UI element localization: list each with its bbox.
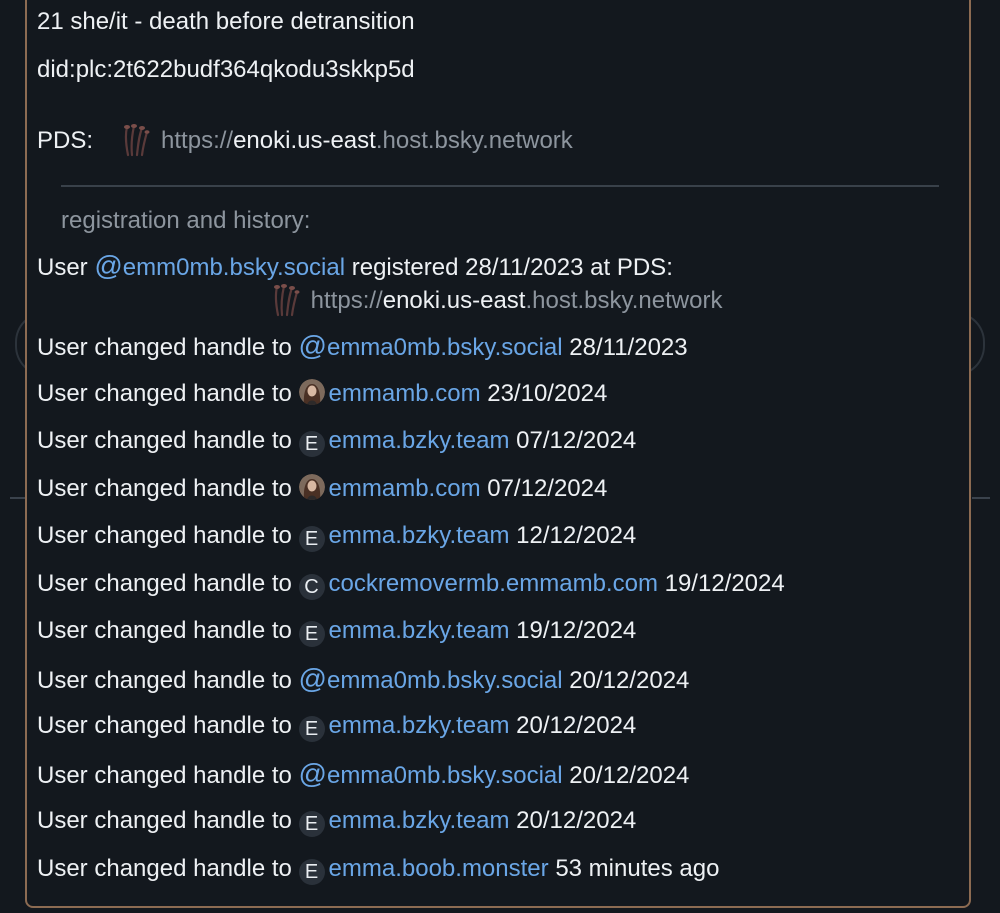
- handle-change-row: User changed handle to Eemma.bzky.team 1…: [37, 616, 636, 647]
- handle-change-row: User changed handle to Ccockremovermb.em…: [37, 569, 785, 600]
- letter-avatar-icon: E: [298, 811, 325, 837]
- profile-bio: 21 she/it - death before detransition: [37, 8, 415, 35]
- background-divider-right: [972, 497, 990, 499]
- pds-label: PDS:: [37, 127, 94, 154]
- handle-link[interactable]: emma.bzky.team: [329, 617, 510, 644]
- handle-change-date: 20/12/2024: [569, 666, 690, 694]
- section-divider: [61, 185, 939, 187]
- handle-change-label: User changed handle to: [37, 334, 292, 361]
- handle-change-date: 20/12/2024: [516, 712, 637, 739]
- handle-change-date: 07/12/2024: [516, 427, 637, 454]
- handle-change-label: User changed handle to: [37, 761, 292, 789]
- handle-link[interactable]: emmamb.com: [329, 475, 481, 502]
- handle-link[interactable]: emma0mb.bsky.social: [327, 334, 563, 361]
- at-sign-icon: @: [298, 330, 327, 361]
- handle-link[interactable]: emma.bzky.team: [329, 807, 510, 834]
- mushroom-icon: [120, 123, 150, 157]
- registration-verb: registered: [351, 254, 459, 281]
- letter-avatar-icon: C: [298, 573, 325, 600]
- letter-avatar-icon: E: [298, 431, 325, 457]
- handle-change-label: User changed handle to: [37, 569, 292, 597]
- registration-pds-suffix[interactable]: .host.bsky.network: [525, 287, 722, 314]
- handle-link[interactable]: emma.bzky.team: [329, 712, 510, 739]
- handle-change-row: User changed handle to Eemma.boob.monste…: [37, 854, 719, 885]
- handle-change-date: 23/10/2024: [487, 379, 608, 407]
- letter-avatar-icon: E: [298, 526, 325, 552]
- handle-link[interactable]: emma.bzky.team: [329, 427, 510, 454]
- handle-change-date: 12/12/2024: [516, 522, 637, 549]
- pds-url-suffix[interactable]: .host.bsky.network: [376, 127, 573, 154]
- registration-row: User @emm0mb.bsky.social registered 28/1…: [37, 251, 673, 283]
- user-avatar-icon: [298, 378, 325, 405]
- handle-change-row: User changed handle to emmamb.com 07/12/…: [37, 473, 608, 504]
- registration-pds-row: https://enoki.us-east.host.bsky.network: [270, 283, 722, 317]
- registration-at-pds: at PDS:: [590, 254, 673, 281]
- handle-change-label: User changed handle to: [37, 379, 292, 407]
- handle-change-row: User changed handle to Eemma.bzky.team 0…: [37, 426, 636, 457]
- handle-link[interactable]: emma.boob.monster: [329, 855, 549, 882]
- handle-change-date: 20/12/2024: [569, 761, 690, 789]
- handle-link[interactable]: emma0mb.bsky.social: [327, 667, 563, 694]
- at-sign-icon: @: [94, 250, 123, 281]
- handle-change-label: User changed handle to: [37, 854, 292, 882]
- handle-change-label: User changed handle to: [37, 666, 292, 694]
- handle-change-date: 07/12/2024: [487, 474, 608, 502]
- handle-link[interactable]: emma.bzky.team: [329, 522, 510, 549]
- registration-pds-scheme[interactable]: https://: [311, 287, 383, 314]
- handle-change-row: User changed handle to @emma0mb.bsky.soc…: [37, 331, 688, 363]
- handle-change-row: User changed handle to emmamb.com 23/10/…: [37, 378, 608, 409]
- handle-change-date: 53 minutes ago: [555, 854, 720, 882]
- registration-date: 28/11/2023: [465, 254, 584, 281]
- handle-change-label: User changed handle to: [37, 427, 292, 454]
- handle-change-date: 19/12/2024: [664, 569, 785, 597]
- pds-url-scheme[interactable]: https://: [161, 127, 233, 154]
- handle-link[interactable]: emmamb.com: [329, 380, 481, 407]
- registration-pds-host[interactable]: enoki.us-east: [383, 287, 526, 314]
- at-sign-icon: @: [298, 757, 327, 789]
- handle-change-date: 19/12/2024: [516, 617, 637, 644]
- registration-prefix: User: [37, 254, 88, 281]
- handle-change-row: User changed handle to Eemma.bzky.team 1…: [37, 521, 636, 552]
- handle-change-row: User changed handle to Eemma.bzky.team 2…: [37, 711, 636, 742]
- registration-handle-link[interactable]: emm0mb.bsky.social: [123, 254, 345, 281]
- letter-avatar-icon: E: [298, 858, 325, 885]
- handle-change-row: User changed handle to Eemma.bzky.team 2…: [37, 806, 636, 837]
- handle-change-label: User changed handle to: [37, 807, 292, 834]
- handle-change-label: User changed handle to: [37, 617, 292, 644]
- at-sign-icon: @: [298, 662, 327, 694]
- handle-change-row: User changed handle to @emma0mb.bsky.soc…: [37, 757, 690, 791]
- mushroom-icon: [270, 283, 300, 317]
- handle-change-label: User changed handle to: [37, 474, 292, 502]
- handle-link[interactable]: cockremovermb.emmamb.com: [329, 570, 658, 597]
- handle-change-label: User changed handle to: [37, 522, 292, 549]
- handle-change-date: 20/12/2024: [516, 807, 637, 834]
- handle-change-label: User changed handle to: [37, 712, 292, 739]
- handle-link[interactable]: emma0mb.bsky.social: [327, 762, 563, 789]
- history-heading: registration and history:: [61, 207, 311, 234]
- profile-did[interactable]: did:plc:2t622budf364qkodu3skkp5d: [37, 55, 415, 85]
- handle-change-date: 28/11/2023: [569, 334, 688, 361]
- handle-change-row: User changed handle to @emma0mb.bsky.soc…: [37, 662, 690, 696]
- letter-avatar-icon: E: [298, 716, 325, 742]
- pds-url-host[interactable]: enoki.us-east: [233, 127, 376, 154]
- pds-row: PDS: https://enoki.us-east.host.bsky.net…: [37, 123, 573, 157]
- letter-avatar-icon: E: [298, 621, 325, 647]
- user-avatar-icon: [298, 473, 325, 500]
